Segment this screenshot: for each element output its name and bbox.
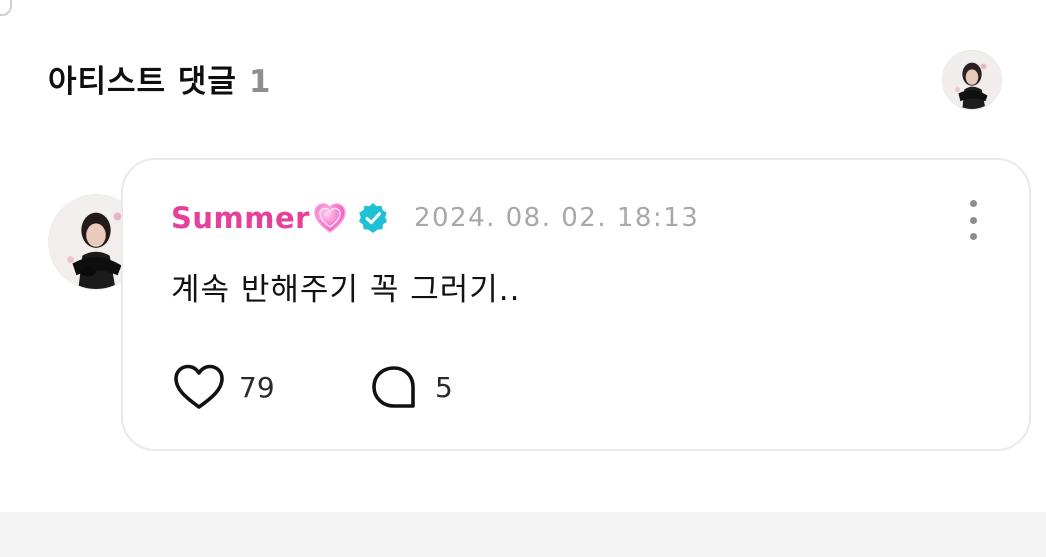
bottom-section-divider [0,512,1046,557]
more-vertical-icon-dot [969,233,977,240]
comment-meta: Summer 2024. 08. 02. 18:13 [171,198,699,238]
avatar-photo [943,51,1001,109]
comment-card: Summer 2024. 08. 02. 18:13 계속 반해주기 꼭 그러기… [121,158,1031,451]
like-count: 79 [239,370,275,404]
pink-heart-icon [314,203,346,233]
more-vertical-icon-dot [969,216,977,224]
more-options-button[interactable] [963,200,983,240]
speech-bubble-icon [372,366,415,408]
reply-button[interactable]: 5 [369,362,453,412]
comment-count: 1 [248,64,271,100]
header-avatar[interactable] [942,50,1002,110]
heart-outline-icon [174,364,224,409]
like-button[interactable]: 79 [171,362,275,412]
author-name[interactable]: Summer [171,201,310,235]
more-vertical-icon [969,200,977,207]
verified-check-icon [358,203,387,233]
comment-timestamp: 2024. 08. 02. 18:13 [413,203,700,233]
reply-count: 5 [435,370,453,404]
section-title: 아티스트 댓글 [48,64,237,100]
artist-comments-header: 아티스트 댓글 1 [48,56,271,104]
comment-body: 계속 반해주기 꼭 그러기.. [171,272,521,308]
previous-card-corner [0,0,12,16]
